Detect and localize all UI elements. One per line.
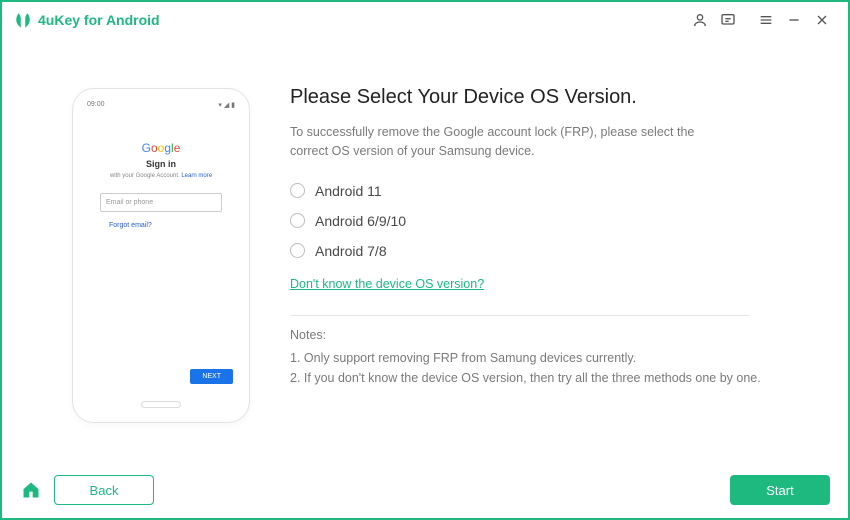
- option-label: Android 6/9/10: [315, 213, 406, 229]
- back-button[interactable]: Back: [54, 475, 154, 505]
- start-button[interactable]: Start: [730, 475, 830, 505]
- radio-icon: [290, 243, 305, 258]
- option-android-11[interactable]: Android 11: [290, 183, 808, 199]
- minimize-icon[interactable]: [780, 6, 808, 34]
- help-link[interactable]: Don't know the device OS version?: [290, 277, 484, 291]
- option-label: Android 11: [315, 183, 382, 199]
- phone-forgot-link: Forgot email?: [109, 222, 152, 229]
- home-icon[interactable]: [20, 479, 42, 501]
- page-description: To successfully remove the Google accoun…: [290, 123, 730, 161]
- option-android-7-8[interactable]: Android 7/8: [290, 243, 808, 259]
- phone-subtext: with your Google Account. Learn more: [110, 173, 212, 179]
- logo-icon: [14, 11, 32, 29]
- close-icon[interactable]: [808, 6, 836, 34]
- note-2: 2. If you don't know the device OS versi…: [290, 368, 808, 388]
- app-title: 4uKey for Android: [38, 12, 160, 28]
- page-heading: Please Select Your Device OS Version.: [290, 86, 808, 109]
- phone-next-button: NEXT: [190, 369, 233, 384]
- os-options: Android 11 Android 6/9/10 Android 7/8: [290, 183, 808, 259]
- feedback-icon[interactable]: [714, 6, 742, 34]
- radio-icon: [290, 183, 305, 198]
- phone-mockup: 09:00 ▾ ◢ ▮ Google Sign in with your Goo…: [72, 88, 250, 423]
- title-bar: 4uKey for Android: [2, 2, 848, 38]
- radio-icon: [290, 213, 305, 228]
- phone-email-input: Email or phone: [100, 193, 222, 212]
- option-label: Android 7/8: [315, 243, 387, 259]
- app-logo: 4uKey for Android: [14, 11, 160, 29]
- option-android-6-9-10[interactable]: Android 6/9/10: [290, 213, 808, 229]
- form-panel: Please Select Your Device OS Version. To…: [290, 68, 808, 462]
- phone-time: 09:00: [87, 101, 105, 109]
- phone-status-bar: 09:00 ▾ ◢ ▮: [81, 99, 241, 115]
- divider: [290, 315, 750, 316]
- note-1: 1. Only support removing FRP from Samung…: [290, 348, 808, 368]
- account-icon[interactable]: [686, 6, 714, 34]
- google-logo: Google: [142, 141, 181, 155]
- footer-bar: Back Start: [2, 462, 848, 518]
- notes-heading: Notes:: [290, 328, 808, 342]
- phone-home-button: [141, 401, 181, 408]
- phone-status-icons: ▾ ◢ ▮: [218, 101, 235, 109]
- phone-signin-label: Sign in: [146, 159, 176, 169]
- main-content: 09:00 ▾ ◢ ▮ Google Sign in with your Goo…: [2, 38, 848, 462]
- menu-icon[interactable]: [752, 6, 780, 34]
